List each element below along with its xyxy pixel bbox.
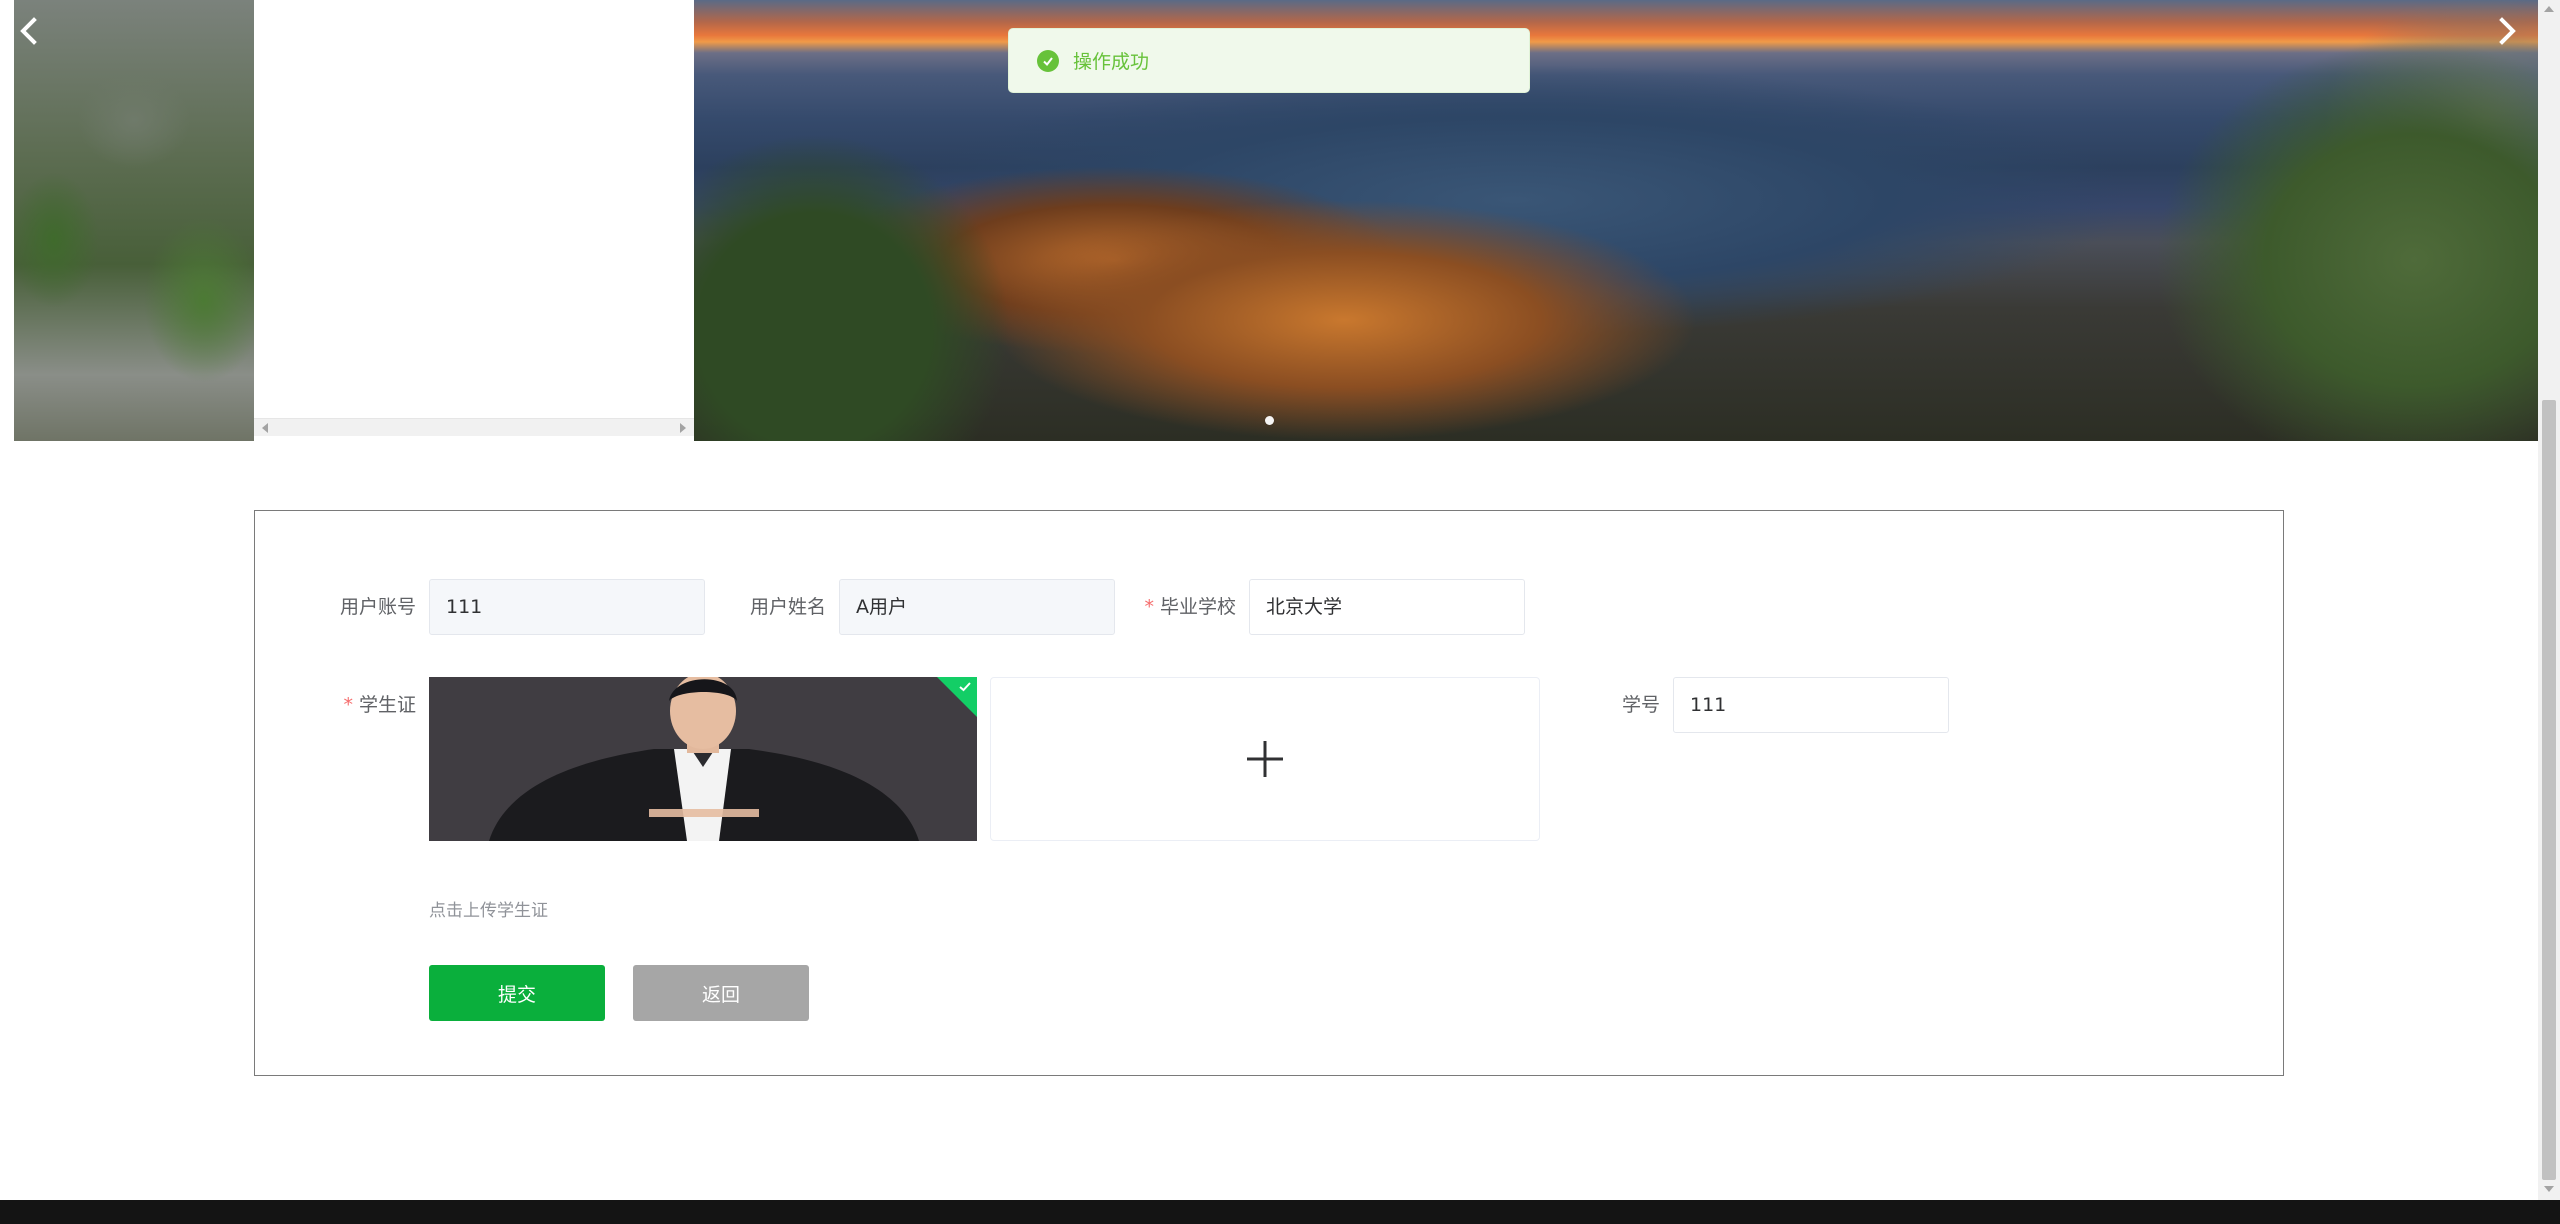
- success-check-icon: [1037, 49, 1059, 72]
- scrollbar-thumb[interactable]: [2542, 400, 2556, 1180]
- name-input[interactable]: A用户: [839, 579, 1115, 635]
- submit-button[interactable]: 提交: [429, 965, 605, 1021]
- carousel-slide-coastline: [694, 0, 2538, 441]
- person-portrait-image: [429, 677, 977, 841]
- page-footer: [0, 1200, 2560, 1224]
- school-input[interactable]: 北京大学: [1249, 579, 1525, 635]
- student-card-label: * 学生证: [320, 677, 416, 733]
- uploaded-student-card-image[interactable]: [429, 677, 977, 841]
- carousel-slide-previous: [14, 0, 254, 441]
- upload-student-card-button[interactable]: [990, 677, 1540, 841]
- carousel-indicator-dot[interactable]: [1265, 416, 1274, 425]
- page-vertical-scrollbar[interactable]: [2538, 0, 2560, 1200]
- required-mark: *: [343, 694, 353, 716]
- carousel-slide-blank: [254, 0, 694, 441]
- student-no-label: 学号: [1621, 694, 1660, 716]
- plus-icon: [1247, 741, 1283, 777]
- account-label: 用户账号: [339, 596, 416, 618]
- scroll-down-arrow-icon[interactable]: [2544, 1186, 2554, 1192]
- school-label-text: 毕业学校: [1159, 596, 1236, 618]
- scroll-left-arrow-icon[interactable]: [262, 423, 268, 433]
- chevron-left-icon: [20, 17, 37, 45]
- school-label: * 毕业学校: [1130, 579, 1236, 635]
- page: 操作成功 用户账号 111 用户姓名 A用户 *毕业学校 北京大学 *学生证: [0, 0, 2560, 1224]
- upload-success-check-icon: [959, 682, 971, 692]
- student-card-label-text: 学生证: [358, 694, 416, 716]
- chevron-right-icon: [2499, 17, 2516, 45]
- carousel-prev-button[interactable]: [12, 14, 46, 48]
- account-input[interactable]: 111: [429, 579, 705, 635]
- toast-message: 操作成功: [1073, 51, 1150, 73]
- success-toast: 操作成功: [1008, 28, 1530, 93]
- horizontal-scrollbar[interactable]: [254, 418, 694, 436]
- scroll-right-arrow-icon[interactable]: [680, 423, 686, 433]
- back-button[interactable]: 返回: [633, 965, 809, 1021]
- name-label: 用户姓名: [749, 596, 826, 618]
- scroll-up-arrow-icon[interactable]: [2544, 6, 2554, 12]
- required-mark: *: [1144, 596, 1154, 618]
- upload-tip: 点击上传学生证: [429, 901, 548, 921]
- carousel-next-button[interactable]: [2490, 14, 2524, 48]
- student-no-input[interactable]: 111: [1673, 677, 1949, 733]
